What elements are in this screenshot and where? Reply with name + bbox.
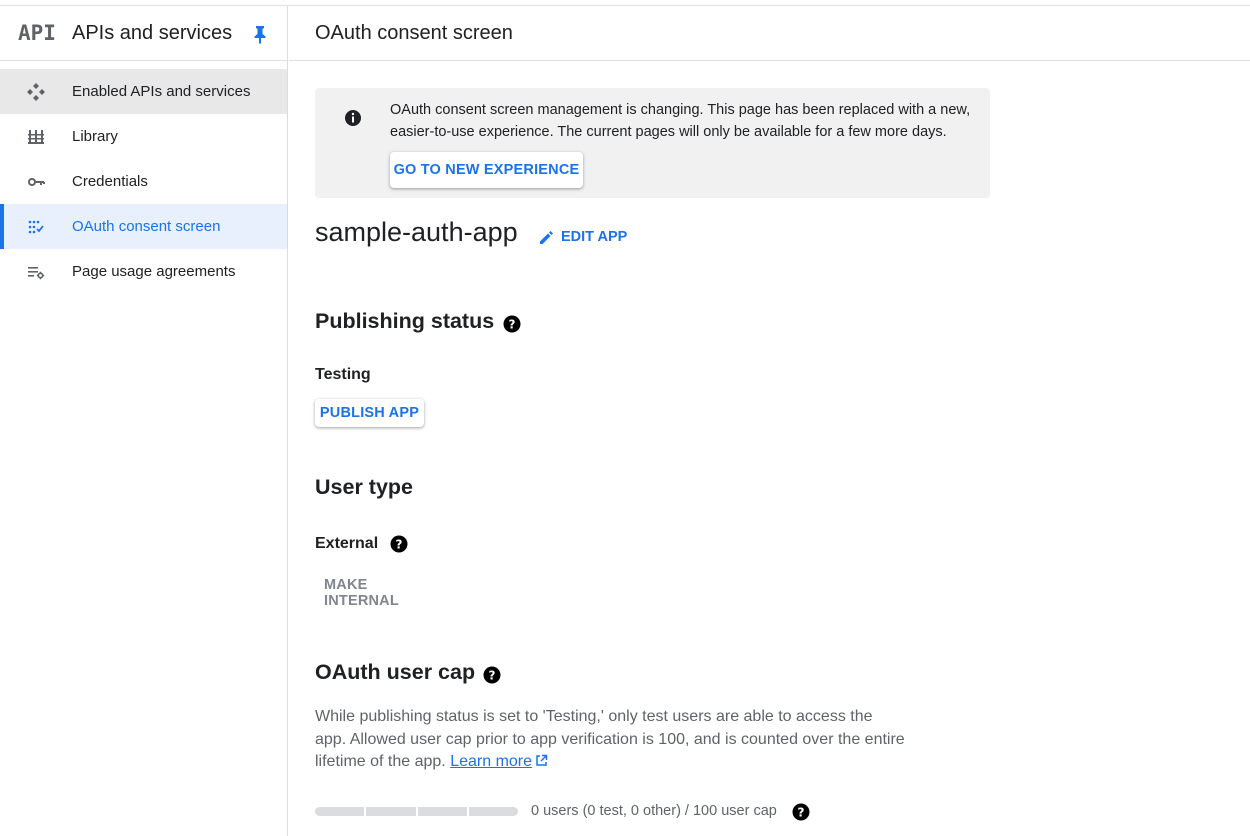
- api-logo: API: [18, 21, 56, 45]
- sidebar-item-credentials[interactable]: Credentials: [0, 159, 287, 204]
- external-link-icon: [536, 754, 548, 766]
- sidebar-item-library[interactable]: Library: [0, 114, 287, 159]
- user-type-title: User type: [315, 475, 413, 499]
- user-cap-usage-text: 0 users (0 test, 0 other) / 100 user cap: [531, 803, 777, 819]
- sidebar-item-label: Page usage agreements: [72, 263, 236, 280]
- banner-text: OAuth consent screen management is chang…: [390, 102, 971, 140]
- sidebar-item-label: Library: [72, 128, 118, 145]
- publishing-status-value: Testing: [315, 366, 371, 383]
- app-name: sample-auth-app: [315, 217, 518, 247]
- help-icon[interactable]: ?: [792, 803, 810, 821]
- publish-app-button[interactable]: PUBLISH APP: [315, 399, 424, 427]
- progress-segment: [366, 807, 416, 816]
- user-cap-progress-bar: [315, 807, 518, 816]
- sidebar-item-label: Enabled APIs and services: [72, 83, 251, 100]
- progress-segment: [468, 807, 518, 816]
- user-type-value: External: [315, 535, 379, 552]
- info-banner: OAuth consent screen management is chang…: [315, 88, 990, 198]
- page-title: OAuth consent screen: [315, 21, 513, 44]
- edit-app-label: EDIT APP: [561, 229, 628, 245]
- settings-list-icon: [26, 262, 46, 282]
- sidebar-item-oauth-consent[interactable]: OAuth consent screen: [0, 204, 287, 249]
- make-internal-button[interactable]: MAKE INTERNAL: [315, 577, 445, 609]
- apis-diamond-icon: [26, 82, 46, 102]
- sidebar-item-page-usage[interactable]: Page usage agreements: [0, 249, 287, 294]
- go-to-new-experience-button[interactable]: GO TO NEW EXPERIENCE: [390, 152, 583, 188]
- edit-app-button[interactable]: EDIT APP: [538, 228, 627, 246]
- consent-dots-icon: [26, 217, 46, 237]
- pencil-icon: [540, 231, 553, 244]
- key-icon: [26, 172, 46, 192]
- svg-text:?: ?: [489, 668, 496, 682]
- progress-segment: [315, 807, 365, 816]
- pin-icon[interactable]: [251, 24, 269, 44]
- svg-text:?: ?: [509, 317, 516, 331]
- page-header: OAuth consent screen: [289, 6, 1250, 61]
- sidebar-item-label: OAuth consent screen: [72, 218, 221, 235]
- sidebar-item-enabled-apis[interactable]: Enabled APIs and services: [0, 69, 287, 114]
- info-icon: [344, 109, 362, 127]
- user-cap-description: While publishing status is set to 'Testi…: [315, 706, 905, 774]
- sidebar-header: API APIs and services: [0, 6, 287, 61]
- learn-more-link[interactable]: Learn more: [450, 753, 532, 770]
- help-icon[interactable]: ?: [483, 666, 501, 684]
- help-icon[interactable]: ?: [503, 315, 521, 333]
- sidebar-title: APIs and services: [72, 21, 233, 44]
- sidebar-item-label: Credentials: [72, 173, 148, 190]
- publishing-status-title: Publishing status: [315, 309, 495, 333]
- svg-text:?: ?: [396, 537, 403, 551]
- user-cap-title: OAuth user cap: [315, 660, 476, 684]
- library-icon: [26, 127, 46, 147]
- progress-segment: [417, 807, 467, 816]
- sidebar: API APIs and services Enabled APIs and s…: [0, 6, 288, 836]
- help-icon[interactable]: ?: [390, 535, 408, 553]
- learn-more-label: Learn more: [450, 753, 533, 770]
- svg-text:?: ?: [798, 805, 805, 819]
- sidebar-nav: Enabled APIs and services Library Creden…: [0, 61, 287, 294]
- user-cap-description-text: While publishing status is set to 'Testi…: [315, 708, 905, 770]
